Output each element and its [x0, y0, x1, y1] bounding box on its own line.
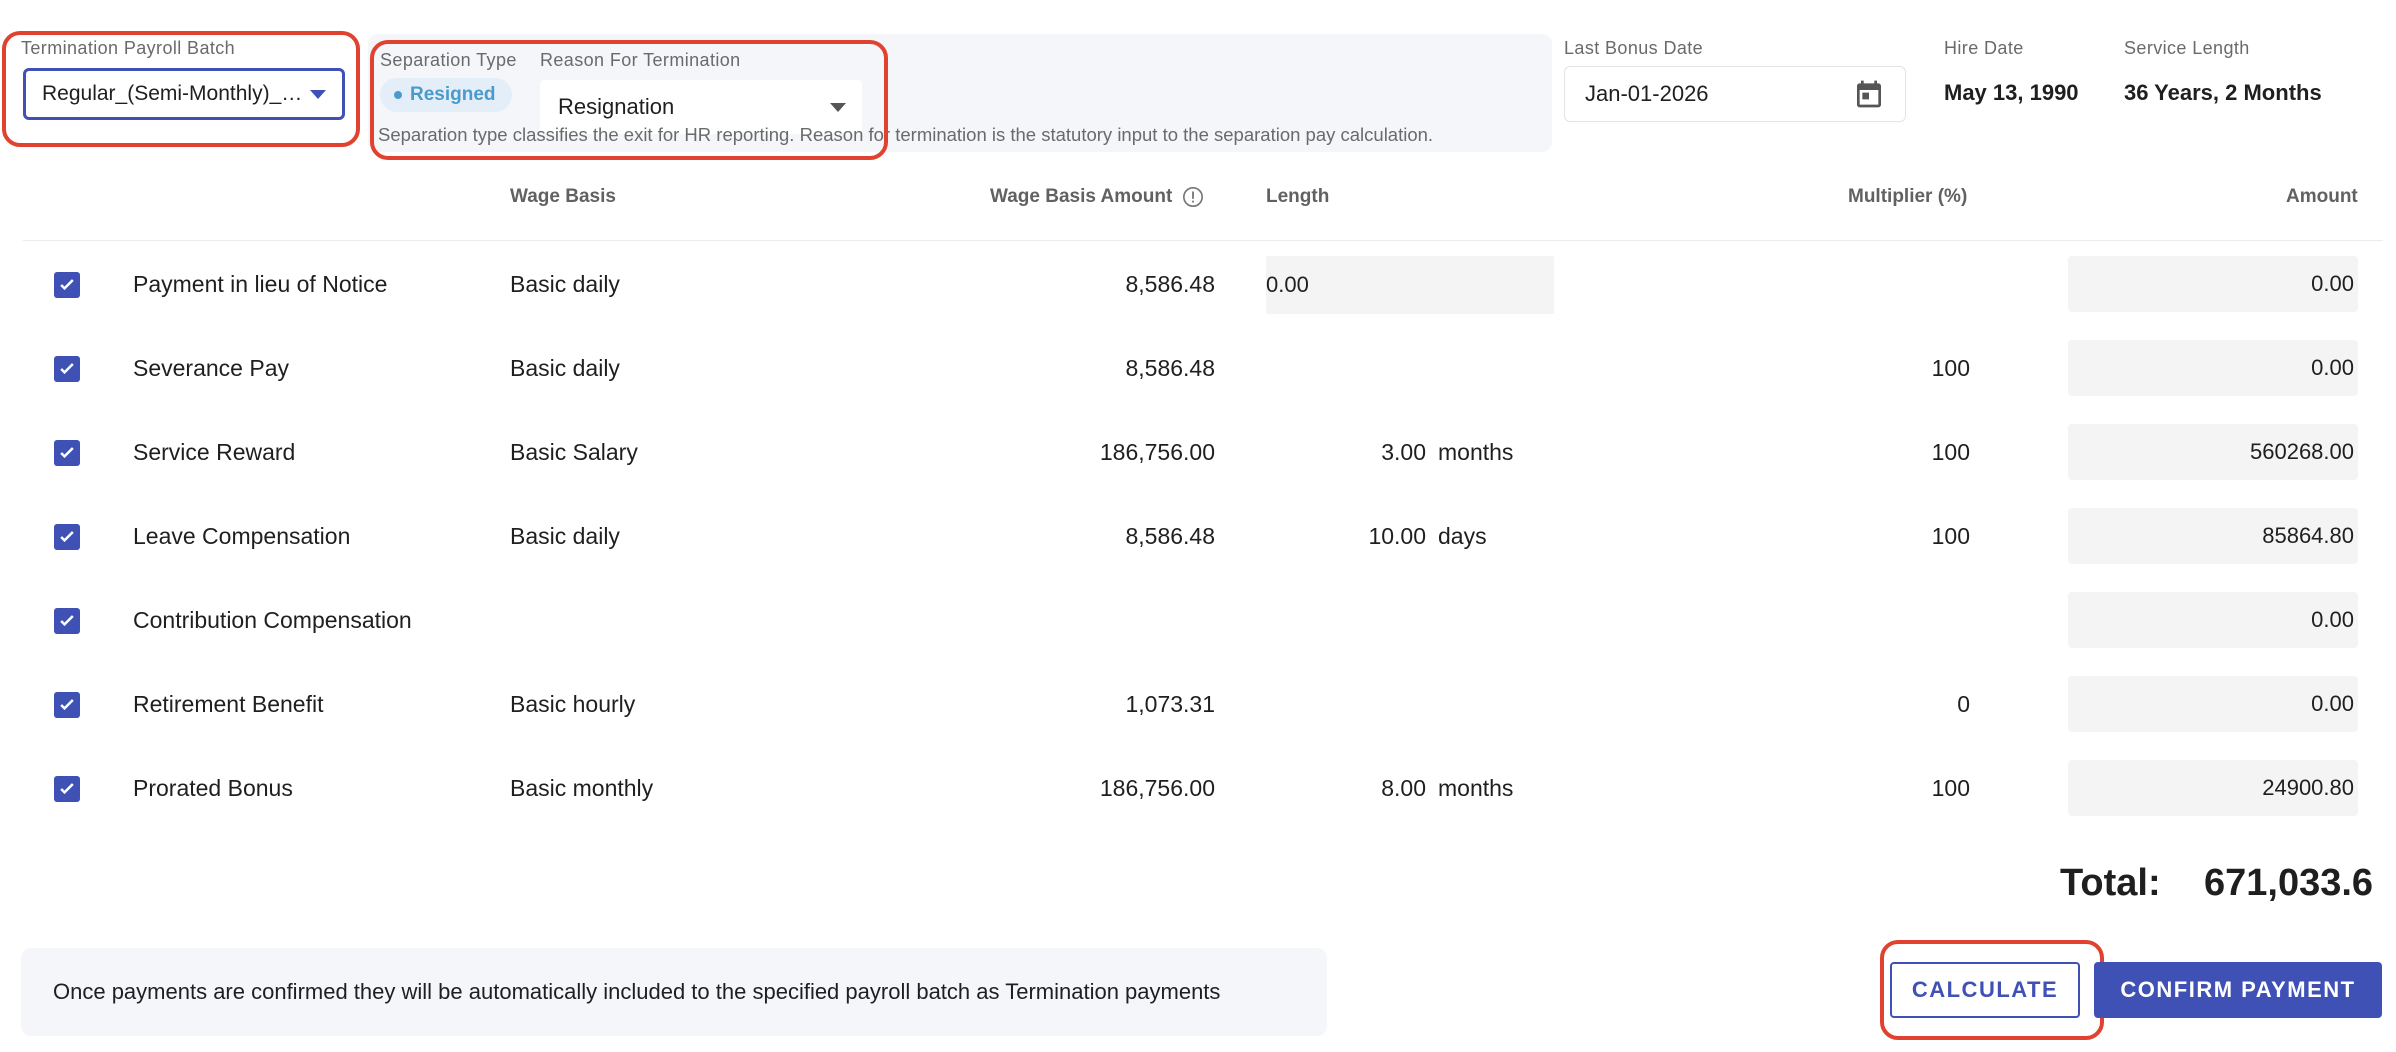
- row-multiplier: 100: [1931, 522, 1970, 549]
- hire-date-label: Hire Date: [1944, 38, 2024, 58]
- col-header-wage-basis-amount-label: Wage Basis Amount: [990, 186, 1173, 207]
- last-bonus-label: Last Bonus Date: [1564, 38, 1704, 58]
- total-value: 671,033.6: [2204, 862, 2374, 904]
- table-row: Contribution Compensation 0.00: [0, 588, 2396, 652]
- row-name: Service Reward: [133, 438, 296, 465]
- separation-type-value: Resigned: [410, 84, 496, 105]
- row-checkbox[interactable]: [54, 524, 80, 550]
- info-icon[interactable]: [1182, 186, 1204, 208]
- service-length-label: Service Length: [2124, 38, 2250, 58]
- table-row: Retirement Benefit Basic hourly 1,073.31…: [0, 672, 2396, 736]
- row-name: Payment in lieu of Notice: [133, 270, 388, 297]
- payroll-batch-select[interactable]: Regular_(Semi-Monthly)_(...: [23, 68, 345, 120]
- row-name: Leave Compensation: [133, 522, 351, 549]
- row-name: Prorated Bonus: [133, 774, 293, 801]
- table-row: Severance Pay Basic daily 8,586.48 100 0…: [0, 336, 2396, 400]
- dropdown-caret-icon: [830, 102, 846, 112]
- row-checkbox[interactable]: [54, 608, 80, 634]
- service-length-value: 36 Years, 2 Months: [2124, 80, 2322, 105]
- status-dot-icon: [394, 91, 402, 99]
- row-length: 8.00: [1381, 774, 1426, 801]
- last-bonus-date-field[interactable]: Jan-01-2026: [1564, 66, 1906, 122]
- row-basis: Basic hourly: [510, 690, 636, 717]
- row-wage-basis-amount: 186,756.00: [1099, 774, 1215, 801]
- row-checkbox[interactable]: [54, 356, 80, 382]
- row-multiplier: 100: [1931, 774, 1970, 801]
- calendar-icon[interactable]: [1853, 78, 1885, 110]
- check-icon: [60, 783, 74, 795]
- payroll-batch-value: Regular_(Semi-Monthly)_(...: [42, 82, 304, 105]
- confirm-payment-button[interactable]: CONFIRM PAYMENT: [2094, 962, 2382, 1018]
- check-icon: [60, 699, 74, 711]
- row-name: Retirement Benefit: [133, 690, 324, 717]
- row-basis: Basic daily: [510, 270, 620, 297]
- row-multiplier: 100: [1931, 354, 1970, 381]
- row-name: Contribution Compensation: [133, 606, 412, 633]
- check-icon: [60, 447, 74, 459]
- row-length-input[interactable]: 0.00: [1266, 256, 1554, 314]
- row-basis: Basic daily: [510, 354, 620, 381]
- table-row: Leave Compensation Basic daily 8,586.48 …: [0, 504, 2396, 568]
- col-header-wage-basis: Wage Basis: [510, 186, 616, 207]
- col-header-amount: Amount: [2286, 186, 2358, 207]
- row-amount-input[interactable]: 0.00: [2068, 676, 2358, 732]
- row-multiplier: 0: [1957, 690, 1970, 717]
- confirmation-notice: Once payments are confirmed they will be…: [21, 948, 1327, 1036]
- row-amount-input[interactable]: 0.00: [2068, 340, 2358, 396]
- table-row: Service Reward Basic Salary 186,756.00 3…: [0, 420, 2396, 484]
- row-checkbox[interactable]: [54, 776, 80, 802]
- col-header-multiplier: Multiplier (%): [1848, 186, 1968, 207]
- row-wage-basis-amount: 186,756.00: [1099, 438, 1215, 465]
- table-row: Prorated Bonus Basic monthly 186,756.00 …: [0, 756, 2396, 820]
- row-basis: Basic daily: [510, 522, 620, 549]
- check-icon: [60, 279, 74, 291]
- dropdown-caret-icon: [310, 89, 326, 99]
- reason-label: Reason For Termination: [540, 50, 741, 70]
- total-label: Total:: [2060, 862, 2161, 904]
- row-amount-input[interactable]: 560268.00: [2068, 424, 2358, 480]
- row-checkbox[interactable]: [54, 440, 80, 466]
- check-icon: [60, 615, 74, 627]
- row-amount-input[interactable]: 0.00: [2068, 256, 2358, 312]
- check-icon: [60, 363, 74, 375]
- row-basis: Basic Salary: [510, 438, 638, 465]
- hire-date-value: May 13, 1990: [1944, 80, 2079, 105]
- last-bonus-value: Jan-01-2026: [1585, 81, 1709, 106]
- calculate-button[interactable]: CALCULATE: [1890, 962, 2080, 1018]
- reason-value: Resignation: [558, 94, 675, 119]
- row-length: 3.00: [1381, 438, 1426, 465]
- row-wage-basis-amount: 8,586.48: [1125, 270, 1215, 297]
- row-wage-basis-amount: 8,586.48: [1125, 522, 1215, 549]
- row-checkbox[interactable]: [54, 692, 80, 718]
- row-length-unit: days: [1438, 522, 1487, 549]
- row-length-unit: months: [1438, 774, 1514, 801]
- row-amount-input[interactable]: 24900.80: [2068, 760, 2358, 816]
- table-row: Payment in lieu of Notice Basic daily 8,…: [0, 252, 2396, 316]
- separation-type-chip: Resigned: [380, 78, 512, 112]
- separation-helper-text: Separation type classifies the exit for …: [378, 124, 1434, 145]
- row-multiplier: 100: [1931, 438, 1970, 465]
- row-amount-input[interactable]: 0.00: [2068, 592, 2358, 648]
- row-checkbox[interactable]: [54, 272, 80, 298]
- check-icon: [60, 531, 74, 543]
- separation-type-label: Separation Type: [380, 50, 517, 70]
- row-wage-basis-amount: 1,073.31: [1125, 690, 1215, 717]
- row-wage-basis-amount: 8,586.48: [1125, 354, 1215, 381]
- col-header-length: Length: [1266, 186, 1330, 207]
- row-length-unit: months: [1438, 438, 1514, 465]
- row-basis: Basic monthly: [510, 774, 654, 801]
- col-header-wage-basis-amount: Wage Basis Amount: [990, 186, 1204, 208]
- row-name: Severance Pay: [133, 354, 289, 381]
- payroll-batch-label: Termination Payroll Batch: [21, 38, 236, 58]
- header-divider: [23, 240, 2383, 241]
- row-amount-input[interactable]: 85864.80: [2068, 508, 2358, 564]
- row-length: 10.00: [1368, 522, 1426, 549]
- confirmation-notice-text: Once payments are confirmed they will be…: [53, 979, 1221, 1004]
